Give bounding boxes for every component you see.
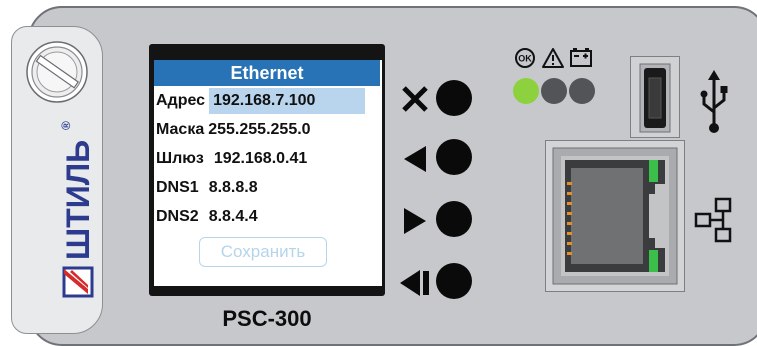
field-row-mask[interactable]: Маска 255.255.255.0 [156, 117, 315, 143]
dns2-value[interactable]: 8.8.4.4 [205, 204, 262, 230]
status-leds [513, 78, 613, 106]
ok-led [513, 78, 539, 104]
field-label: DNS1 [156, 179, 199, 196]
status-icons: OK [512, 46, 612, 70]
ok-icon: OK [515, 48, 535, 68]
cancel-button[interactable] [392, 80, 482, 120]
brand-logo: ШТИЛЬ ® [58, 104, 98, 298]
model-label: PSC-300 [222, 306, 312, 331]
close-icon [398, 82, 432, 116]
ethernet-port [545, 140, 685, 292]
button-knob[interactable] [436, 201, 472, 237]
field-row-dns1[interactable]: DNS1 8.8.8.8 [156, 175, 262, 201]
field-row-dns2[interactable]: DNS2 8.8.4.4 [156, 204, 262, 230]
step-back-icon [398, 265, 432, 299]
field-label: Шлюз [156, 150, 204, 167]
left-button[interactable] [392, 139, 482, 179]
svg-text:ШТИЛЬ: ШТИЛЬ [60, 140, 96, 260]
screen-title: Ethernet [154, 60, 380, 86]
warning-led [541, 78, 567, 104]
field-row-gateway[interactable]: Шлюз 192.168.0.41 [156, 146, 311, 172]
field-label: Маска [156, 121, 205, 138]
right-button[interactable] [392, 201, 482, 241]
svg-text:OK: OK [518, 54, 532, 64]
arrow-left-icon [398, 141, 432, 175]
screw-icon [24, 39, 90, 105]
warning-icon [542, 48, 564, 68]
svg-text:®: ® [59, 121, 73, 130]
arrow-right-icon [398, 203, 432, 237]
usb-icon [698, 68, 730, 138]
button-knob[interactable] [436, 263, 472, 299]
subnet-mask-value[interactable]: 255.255.255.0 [204, 117, 314, 143]
usb-port [630, 56, 680, 138]
field-label: Адрес [156, 92, 206, 109]
network-icon [690, 196, 738, 244]
field-label: DNS2 [156, 208, 199, 225]
ip-address-value[interactable]: 192.168.7.100 [209, 88, 366, 114]
dns1-value[interactable]: 8.8.8.8 [205, 175, 262, 201]
button-knob[interactable] [436, 80, 472, 116]
back-button[interactable] [392, 263, 482, 303]
field-row-address[interactable]: Адрес 192.168.7.100 [156, 88, 366, 114]
lcd-screen: Ethernet Адрес 192.168.7.100 Маска 255.255… [154, 60, 382, 286]
battery-icon [570, 48, 592, 67]
button-knob[interactable] [436, 139, 472, 175]
gateway-value[interactable]: 192.168.0.41 [210, 146, 311, 172]
battery-led [569, 78, 595, 104]
save-button[interactable]: Сохранить [199, 237, 327, 267]
